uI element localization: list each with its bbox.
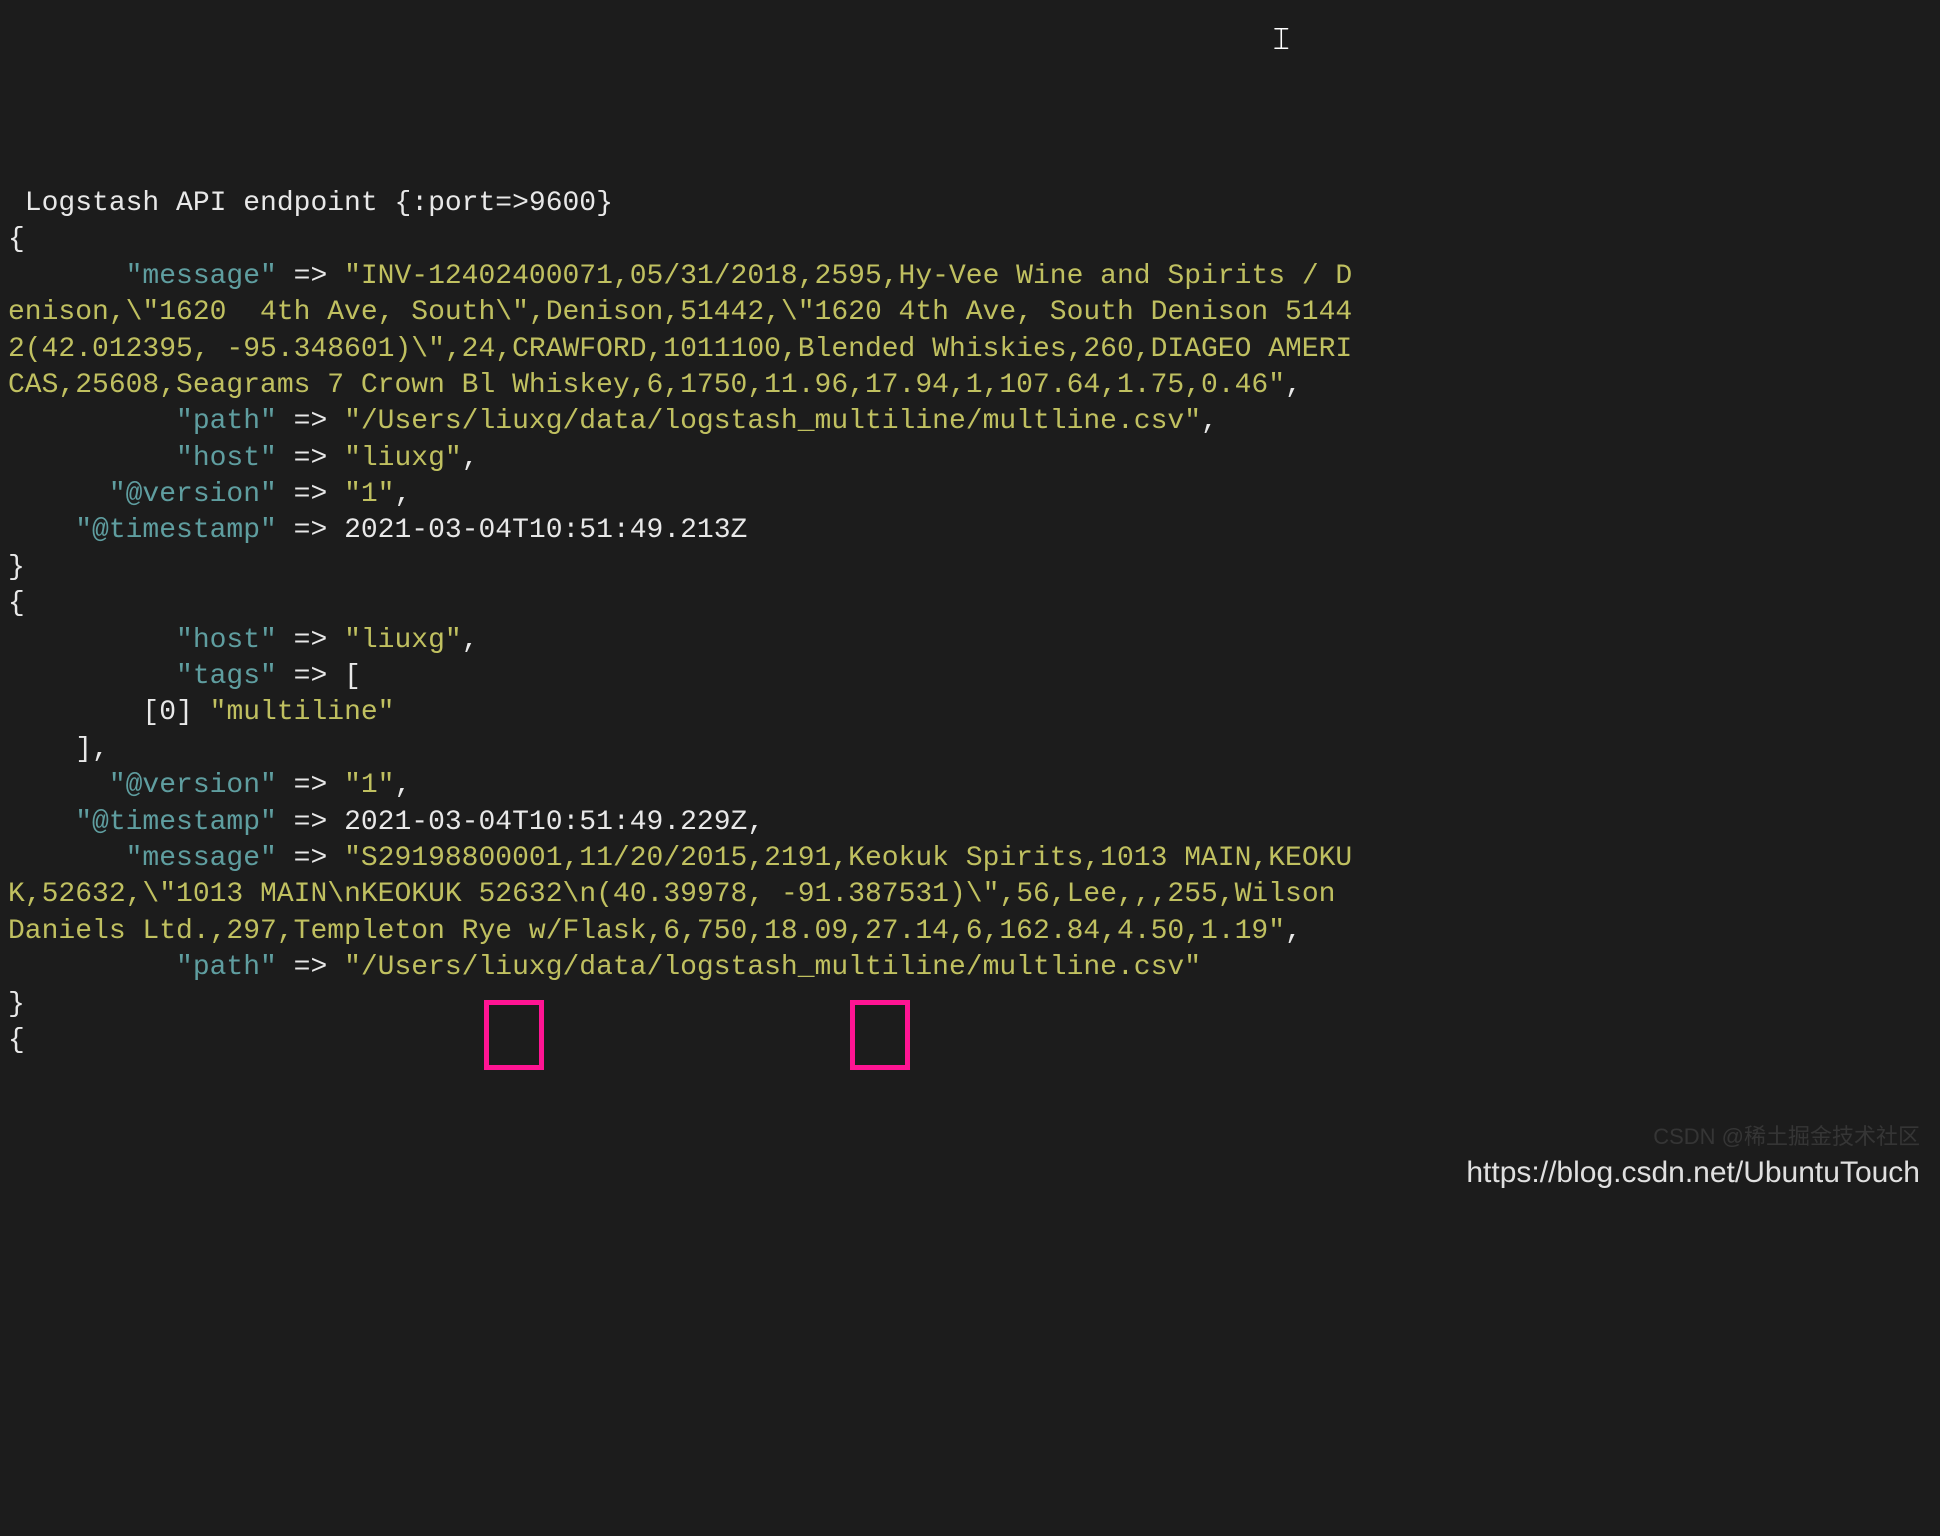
arrow: => xyxy=(277,770,344,801)
r1-version-key: "@version" xyxy=(8,479,277,510)
brace-open: { xyxy=(8,1025,25,1056)
header-line: Logstash API endpoint {:port=>9600} xyxy=(8,188,613,219)
arrow: => xyxy=(277,261,344,292)
r2-message-key: "message" xyxy=(8,843,277,874)
r2-host-val: "liuxg" xyxy=(344,625,462,656)
comma: , xyxy=(394,479,411,510)
bracket-open: [ xyxy=(344,661,361,692)
comma: , xyxy=(747,807,764,838)
r1-message-key: "message" xyxy=(8,261,277,292)
brace-open: { xyxy=(8,588,25,619)
arrow: => xyxy=(277,952,344,983)
r2-message-val-2c: (40.39978, -91.387531)\",56,Lee,,,255,Wi… xyxy=(596,879,1352,910)
r1-path-key: "path" xyxy=(8,406,277,437)
r2-tags-val: "multiline" xyxy=(210,697,395,728)
comma: , xyxy=(1285,916,1302,947)
r1-message-val-3: 2(42.012395, -95.348601)\",24,CRAWFORD,1… xyxy=(8,334,1352,365)
r2-message-val-3: Daniels Ltd.,297,Templeton Rye w/Flask,6… xyxy=(8,916,1285,947)
r2-version-val: "1" xyxy=(344,770,394,801)
arrow: => xyxy=(277,515,344,546)
brace-close: } xyxy=(8,552,25,583)
r1-message-val-4: CAS,25608,Seagrams 7 Crown Bl Whiskey,6,… xyxy=(8,370,1285,401)
arrow: => xyxy=(277,807,344,838)
r1-timestamp-key: "@timestamp" xyxy=(8,515,277,546)
arrow: => xyxy=(277,443,344,474)
brace-open: { xyxy=(8,224,25,255)
r1-host-key: "host" xyxy=(8,443,277,474)
r2-message-val-2b: KEOKUK 52632 xyxy=(361,879,563,910)
r2-tags-idx: [0] xyxy=(8,697,210,728)
r2-timestamp-key: "@timestamp" xyxy=(8,807,277,838)
r2-tags-key: "tags" xyxy=(8,661,277,692)
watermark-faint: CSDN @稀土掘金技术社区 xyxy=(1653,1123,1920,1152)
r1-timestamp-val: 2021-03-04T10:51:49.213Z xyxy=(344,515,747,546)
arrow: => xyxy=(277,843,344,874)
r1-message-val-1: "INV-12402400071,05/31/2018,2595,Hy-Vee … xyxy=(344,261,1352,292)
r2-path-val: "/Users/liuxg/data/logstash_multiline/mu… xyxy=(344,952,1201,983)
comma: , xyxy=(1201,406,1218,437)
arrow: => xyxy=(277,406,344,437)
brace-close: } xyxy=(8,989,25,1020)
r2-version-key: "@version" xyxy=(8,770,277,801)
text-cursor-icon: 𝙸 xyxy=(1270,20,1293,62)
r2-message-val-1: "S29198800001,11/20/2015,2191,Keokuk Spi… xyxy=(344,843,1352,874)
r1-host-val: "liuxg" xyxy=(344,443,462,474)
comma: , xyxy=(462,443,479,474)
watermark-link: https://blog.csdn.net/UbuntuTouch xyxy=(1466,1153,1920,1192)
r2-host-key: "host" xyxy=(8,625,277,656)
r2-timestamp-val: 2021-03-04T10:51:49.229Z xyxy=(344,807,747,838)
r2-message-hl2: \n xyxy=(563,879,597,910)
comma: , xyxy=(394,770,411,801)
r2-message-hl1: \n xyxy=(327,879,361,910)
terminal-output: Logstash API endpoint {:port=>9600} { "m… xyxy=(0,146,1940,1064)
r1-message-val-2: enison,\"1620 4th Ave, South\",Denison,5… xyxy=(8,297,1352,328)
r1-version-val: "1" xyxy=(344,479,394,510)
r2-message-val-2a: K,52632,\"1013 MAIN xyxy=(8,879,327,910)
comma: , xyxy=(1285,370,1302,401)
r2-path-key: "path" xyxy=(8,952,277,983)
arrow: => xyxy=(277,479,344,510)
arrow: => xyxy=(277,625,344,656)
arrow: => xyxy=(277,661,344,692)
comma: , xyxy=(462,625,479,656)
bracket-close: ], xyxy=(8,734,109,765)
r1-path-val: "/Users/liuxg/data/logstash_multiline/mu… xyxy=(344,406,1201,437)
